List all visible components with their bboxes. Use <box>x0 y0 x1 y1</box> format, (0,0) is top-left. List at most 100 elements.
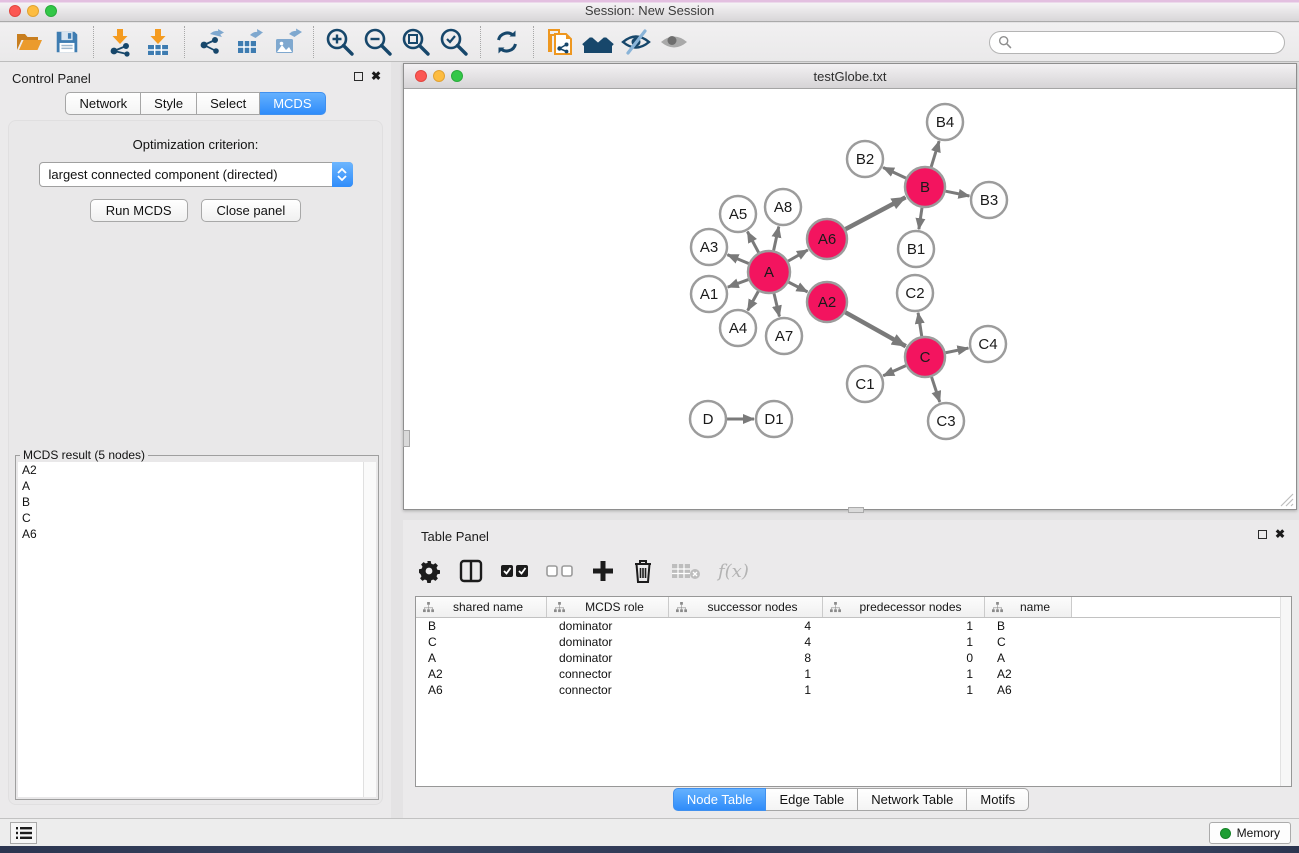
graph-node-A5[interactable]: A5 <box>720 196 756 232</box>
graph-edge-A-A8[interactable] <box>774 227 779 251</box>
close-panel-button[interactable]: Close panel <box>201 199 302 222</box>
delete-column-icon[interactable] <box>632 558 654 584</box>
graph-edge-C-C1[interactable] <box>883 366 906 376</box>
graph-node-A4[interactable]: A4 <box>720 310 756 346</box>
table-row[interactable]: A6connector11A6 <box>416 682 1291 698</box>
graph-edge-B-B2[interactable] <box>883 167 906 178</box>
node-table[interactable]: shared nameMCDS rolesuccessor nodesprede… <box>415 596 1292 787</box>
graph-node-C2[interactable]: C2 <box>897 275 933 311</box>
mcds-result-item[interactable]: A2 <box>18 462 376 478</box>
criterion-select[interactable]: largest connected component (directed) <box>39 162 353 187</box>
graph-node-A2[interactable]: A2 <box>807 282 847 322</box>
graph-edge-B-B1[interactable] <box>919 208 922 229</box>
tab-network[interactable]: Network <box>65 92 141 115</box>
close-panel-icon[interactable]: ✖ <box>371 71 381 81</box>
mcds-result-item[interactable]: A <box>18 478 376 494</box>
graph-node-C[interactable]: C <box>905 337 945 377</box>
resize-grip-icon[interactable] <box>1280 493 1294 507</box>
tab-network-table[interactable]: Network Table <box>858 788 967 811</box>
graph-edge-A-A5[interactable] <box>747 232 758 253</box>
table-row[interactable]: Bdominator41B <box>416 618 1291 634</box>
graph-edge-A-A7[interactable] <box>774 293 779 316</box>
horizontal-split-handle[interactable] <box>848 507 864 513</box>
column-header-name[interactable]: name <box>985 597 1072 617</box>
deselect-all-icon[interactable] <box>546 564 574 578</box>
graph-edge-C-C3[interactable] <box>932 377 940 402</box>
column-header-shared-name[interactable]: shared name <box>416 597 547 617</box>
tab-node-table[interactable]: Node Table <box>673 788 767 811</box>
export-table-icon[interactable] <box>230 25 268 59</box>
graph-node-A3[interactable]: A3 <box>691 229 727 265</box>
column-layout-icon[interactable] <box>458 558 484 584</box>
import-network-icon[interactable] <box>101 25 139 59</box>
graph-node-C1[interactable]: C1 <box>847 366 883 402</box>
graph-edge-A6-B[interactable] <box>846 197 906 229</box>
tab-select[interactable]: Select <box>197 92 260 115</box>
graph-edge-A-A2[interactable] <box>789 282 808 292</box>
graph-node-D1[interactable]: D1 <box>756 401 792 437</box>
split-divider-handle[interactable] <box>403 430 410 447</box>
network-document-icon[interactable] <box>541 25 579 59</box>
graph-node-A[interactable]: A <box>748 251 790 293</box>
column-header-successor-nodes[interactable]: successor nodes <box>669 597 823 617</box>
first-neighbors-icon[interactable] <box>579 25 617 59</box>
close-table-panel-icon[interactable]: ✖ <box>1275 529 1285 539</box>
graph-edge-A-A3[interactable] <box>727 255 748 264</box>
column-header-MCDS-role[interactable]: MCDS role <box>547 597 669 617</box>
graph-node-B4[interactable]: B4 <box>927 104 963 140</box>
column-header-predecessor-nodes[interactable]: predecessor nodes <box>823 597 985 617</box>
select-all-icon[interactable] <box>501 564 529 578</box>
export-network-icon[interactable] <box>192 25 230 59</box>
zoom-in-icon[interactable] <box>321 25 359 59</box>
import-table-icon[interactable] <box>139 25 177 59</box>
graph-node-C4[interactable]: C4 <box>970 326 1006 362</box>
graph-node-C3[interactable]: C3 <box>928 403 964 439</box>
add-column-icon[interactable] <box>591 559 615 583</box>
graph-edge-A-A4[interactable] <box>748 291 759 310</box>
graph-node-B3[interactable]: B3 <box>971 182 1007 218</box>
tab-mcds[interactable]: MCDS <box>260 92 325 115</box>
tab-motifs[interactable]: Motifs <box>967 788 1029 811</box>
graph-edge-A-A1[interactable] <box>728 280 749 288</box>
graph-node-A8[interactable]: A8 <box>765 189 801 225</box>
zoom-out-icon[interactable] <box>359 25 397 59</box>
mcds-list-scrollbar[interactable] <box>363 462 376 797</box>
export-image-icon[interactable] <box>268 25 306 59</box>
graph-node-D[interactable]: D <box>690 401 726 437</box>
float-panel-icon[interactable] <box>354 72 363 81</box>
mcds-result-item[interactable]: C <box>18 510 376 526</box>
tab-style[interactable]: Style <box>141 92 197 115</box>
graph-edge-A-A6[interactable] <box>788 250 808 261</box>
table-row[interactable]: Cdominator41C <box>416 634 1291 650</box>
network-window-titlebar[interactable]: testGlobe.txt <box>404 64 1296 89</box>
mcds-result-item[interactable]: B <box>18 494 376 510</box>
memory-button[interactable]: Memory <box>1209 822 1291 844</box>
graph-edge-A2-C[interactable] <box>845 312 906 346</box>
zoom-fit-icon[interactable] <box>397 25 435 59</box>
graph-node-A1[interactable]: A1 <box>691 276 727 312</box>
refresh-icon[interactable] <box>488 25 526 59</box>
network-canvas[interactable]: B4 B2 B B3 A8A5 A6 A3 B1 A C2 A1 A2 A4 A7 C4 C C1 C3 D D1 <box>404 90 1296 509</box>
zoom-selected-icon[interactable] <box>435 25 473 59</box>
mcds-result-list[interactable]: A2ABCA6 <box>18 462 376 797</box>
run-mcds-button[interactable]: Run MCDS <box>90 199 188 222</box>
graph-edge-B-B3[interactable] <box>946 191 970 196</box>
graph-node-A6[interactable]: A6 <box>807 219 847 259</box>
graph-node-B[interactable]: B <box>905 167 945 207</box>
task-history-button[interactable] <box>10 822 37 844</box>
graph-node-B2[interactable]: B2 <box>847 141 883 177</box>
mcds-result-item[interactable]: A6 <box>18 526 376 542</box>
table-scrollbar[interactable] <box>1280 597 1291 786</box>
graph-node-A7[interactable]: A7 <box>766 318 802 354</box>
graph-edge-C-C4[interactable] <box>946 348 969 353</box>
graph-edge-C-C2[interactable] <box>918 313 922 336</box>
graph-edge-B-B4[interactable] <box>931 141 939 167</box>
show-details-icon[interactable] <box>655 25 693 59</box>
float-table-panel-icon[interactable] <box>1258 530 1267 539</box>
settings-gear-icon[interactable] <box>417 559 441 583</box>
table-row[interactable]: Adominator80A <box>416 650 1291 666</box>
search-input[interactable] <box>1018 35 1276 49</box>
table-row[interactable]: A2connector11A2 <box>416 666 1291 682</box>
graph-node-B1[interactable]: B1 <box>898 231 934 267</box>
hide-details-icon[interactable] <box>617 25 655 59</box>
